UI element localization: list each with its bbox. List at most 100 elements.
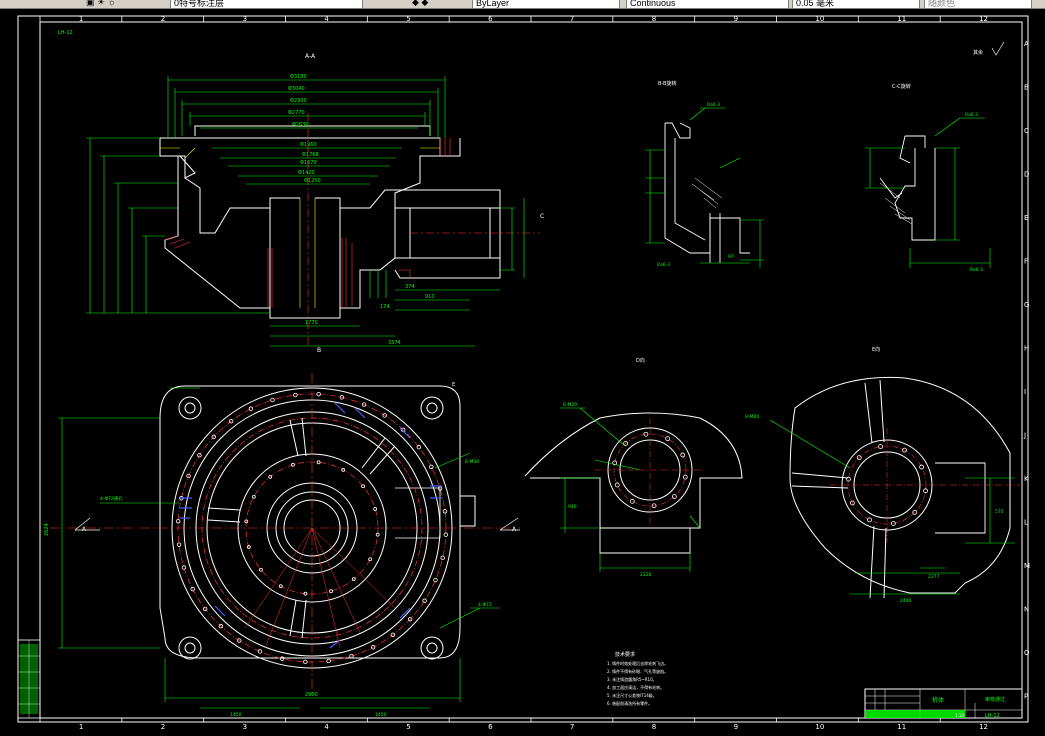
frame-col-label: 8 [652, 15, 656, 23]
frame-row-label: L [1024, 518, 1028, 526]
svg-text:4-Φ72通孔: 4-Φ72通孔 [100, 495, 123, 502]
frame-col-label: 12 [979, 723, 988, 731]
frame-row-label: J [1023, 431, 1026, 439]
svg-text:Φ1670: Φ1670 [300, 160, 317, 166]
svg-text:174: 174 [380, 304, 390, 310]
svg-text:1450: 1450 [230, 712, 242, 718]
title-company: 审核通过 [985, 696, 1005, 703]
bolt-hole [671, 494, 677, 499]
frame-col-label: 5 [406, 15, 410, 23]
doc-code-label: LH-12 [58, 30, 73, 36]
frame-row-label: C [1024, 127, 1029, 135]
frame-col-label: 7 [570, 723, 574, 731]
note-item: 4. 加工面应清洁，不得有毛刺。 [607, 684, 664, 690]
svg-text:8-M20: 8-M20 [745, 414, 759, 420]
layer-icon[interactable]: ▣ ☀ ☼ [86, 0, 116, 8]
section-bb-title: B-B旋转 [658, 80, 677, 87]
frame-row-label: I [1024, 388, 1026, 396]
frame-row-label: D [1024, 170, 1029, 178]
frame-row-label: E [1024, 214, 1028, 222]
note-item: 2. 铸件不得有砂眼、气孔等缺陷。 [607, 668, 668, 674]
frame-col-label: 3 [243, 15, 247, 23]
plan-view: 2624 2900 4-Φ72通孔 4-Φ72 8-M30 1450 1450 A A… [44, 373, 520, 718]
svg-text:6-M20: 6-M20 [563, 402, 577, 408]
frame-row-label: K [1024, 475, 1029, 483]
svg-text:Φ3180: Φ3180 [290, 74, 307, 80]
layer-tools-icon[interactable]: ◆ ◆ [412, 0, 428, 8]
svg-text:940: 940 [568, 504, 577, 510]
note-item: 6. 装配前清洗所有零件。 [607, 700, 652, 706]
svg-text:Ra6.3: Ra6.3 [970, 267, 983, 273]
frame-col-label: 4 [324, 723, 329, 731]
svg-text:Ra6.3: Ra6.3 [707, 102, 720, 108]
frame-col-label: 9 [734, 15, 738, 23]
title-part-name: 机体 [932, 696, 944, 704]
frame-row-label: P [1024, 692, 1028, 700]
bolt-hole [919, 464, 925, 470]
frame-row-label: G [1024, 301, 1029, 309]
frame-col-label: 11 [897, 15, 906, 23]
cut-e-marker: E [452, 382, 455, 388]
section-cc-title: C-C旋转 [892, 83, 911, 90]
drawing-canvas[interactable]: 1 2 3 4 5 6 7 8 9 10 11 12 1 2 3 4 5 6 7 8 9 10 11 12 ABCDEFGH… [0, 8, 1045, 736]
frame-col-label: 6 [488, 15, 493, 23]
note-item: 3. 未注铸造圆角R5~R10。 [607, 676, 657, 682]
frame-row-label: M [1024, 562, 1030, 570]
frame-col-label: 2 [161, 15, 165, 23]
frame-col-label: 7 [570, 15, 574, 23]
frame-col-label: 3 [243, 723, 247, 731]
note-item: 1. 铸件时效处理后去除毛刺飞边。 [607, 660, 668, 666]
svg-text:Ra6.3: Ra6.3 [657, 262, 670, 268]
view-d: D向 2226 6-M20 940 [524, 357, 743, 578]
section-cc-view: C-C旋转 Ra6.3 Ra6.3 [865, 83, 991, 273]
svg-text:910: 910 [425, 294, 435, 300]
bolt-hole [422, 598, 427, 603]
title-block: 机体 LH-12 1:10 审核通过 [864, 688, 1023, 719]
svg-text:Φ2630: Φ2630 [292, 122, 309, 128]
frame-row-labels: A B C D E F G H I J K L M N O P [1023, 40, 1030, 701]
aa-right-dim: 3374 [388, 340, 401, 346]
svg-text:570: 570 [995, 509, 1004, 515]
title-scale: 1:10 [955, 713, 964, 718]
bolt-hole [248, 406, 254, 411]
svg-text:Φ2900: Φ2900 [290, 98, 307, 104]
plan-height-dim: 2624 [44, 523, 50, 536]
technical-notes: 技术要求 1. 铸件时效处理后去除毛刺飞边。 2. 铸件不得有砂眼、气孔等缺陷。 3… [607, 651, 668, 706]
frame-col-label: 9 [734, 723, 738, 731]
bolt-hole [259, 567, 263, 572]
frame-col-label: 1 [79, 15, 83, 23]
svg-text:1450: 1450 [375, 712, 387, 718]
frame-column-labels-bottom: 1 2 3 4 5 6 7 8 9 10 11 12 [79, 723, 988, 731]
side-revision-block [17, 639, 41, 719]
cut-c-marker: C [540, 213, 544, 220]
frame-col-label: 4 [324, 15, 329, 23]
svg-text:8-M30: 8-M30 [465, 459, 479, 465]
view-e-title: E向 [872, 346, 880, 353]
bolt-hole [368, 557, 373, 562]
svg-text:Φ1420: Φ1420 [298, 170, 315, 176]
bolt-hole [846, 476, 851, 482]
cut-b-marker: B [317, 347, 321, 354]
frame-col-label: 2 [161, 723, 165, 731]
svg-text:Φ1768: Φ1768 [302, 152, 319, 158]
frame-row-label: A [1024, 40, 1029, 48]
frame-col-label: 12 [979, 15, 988, 23]
bolt-hole [257, 649, 263, 654]
frame-col-label: 10 [815, 723, 824, 731]
frame-col-label: 5 [406, 723, 410, 731]
e-height-dim: 2277 [928, 574, 940, 580]
frame-col-label: 1 [79, 723, 83, 731]
svg-text:Φ1960: Φ1960 [300, 142, 317, 148]
d-width-dim: 2226 [640, 572, 652, 578]
svg-text:Ra6.3: Ra6.3 [965, 112, 978, 118]
cut-a-left-marker: A [82, 526, 87, 533]
e-width-dim: 2460 [900, 598, 912, 604]
frame-row-label: H [1024, 344, 1029, 352]
section-aa-view: A-A Φ3180Φ3040Φ2900Φ2770Φ2630 Φ1960Φ1768… [86, 53, 544, 354]
frame-col-label: 10 [815, 15, 824, 23]
plan-width-dim: 2900 [305, 692, 318, 698]
frame-row-label: N [1024, 605, 1029, 613]
bolt-hole [867, 517, 872, 523]
svg-text:Φ2770: Φ2770 [288, 110, 305, 116]
section-aa-title: A-A [305, 53, 316, 60]
